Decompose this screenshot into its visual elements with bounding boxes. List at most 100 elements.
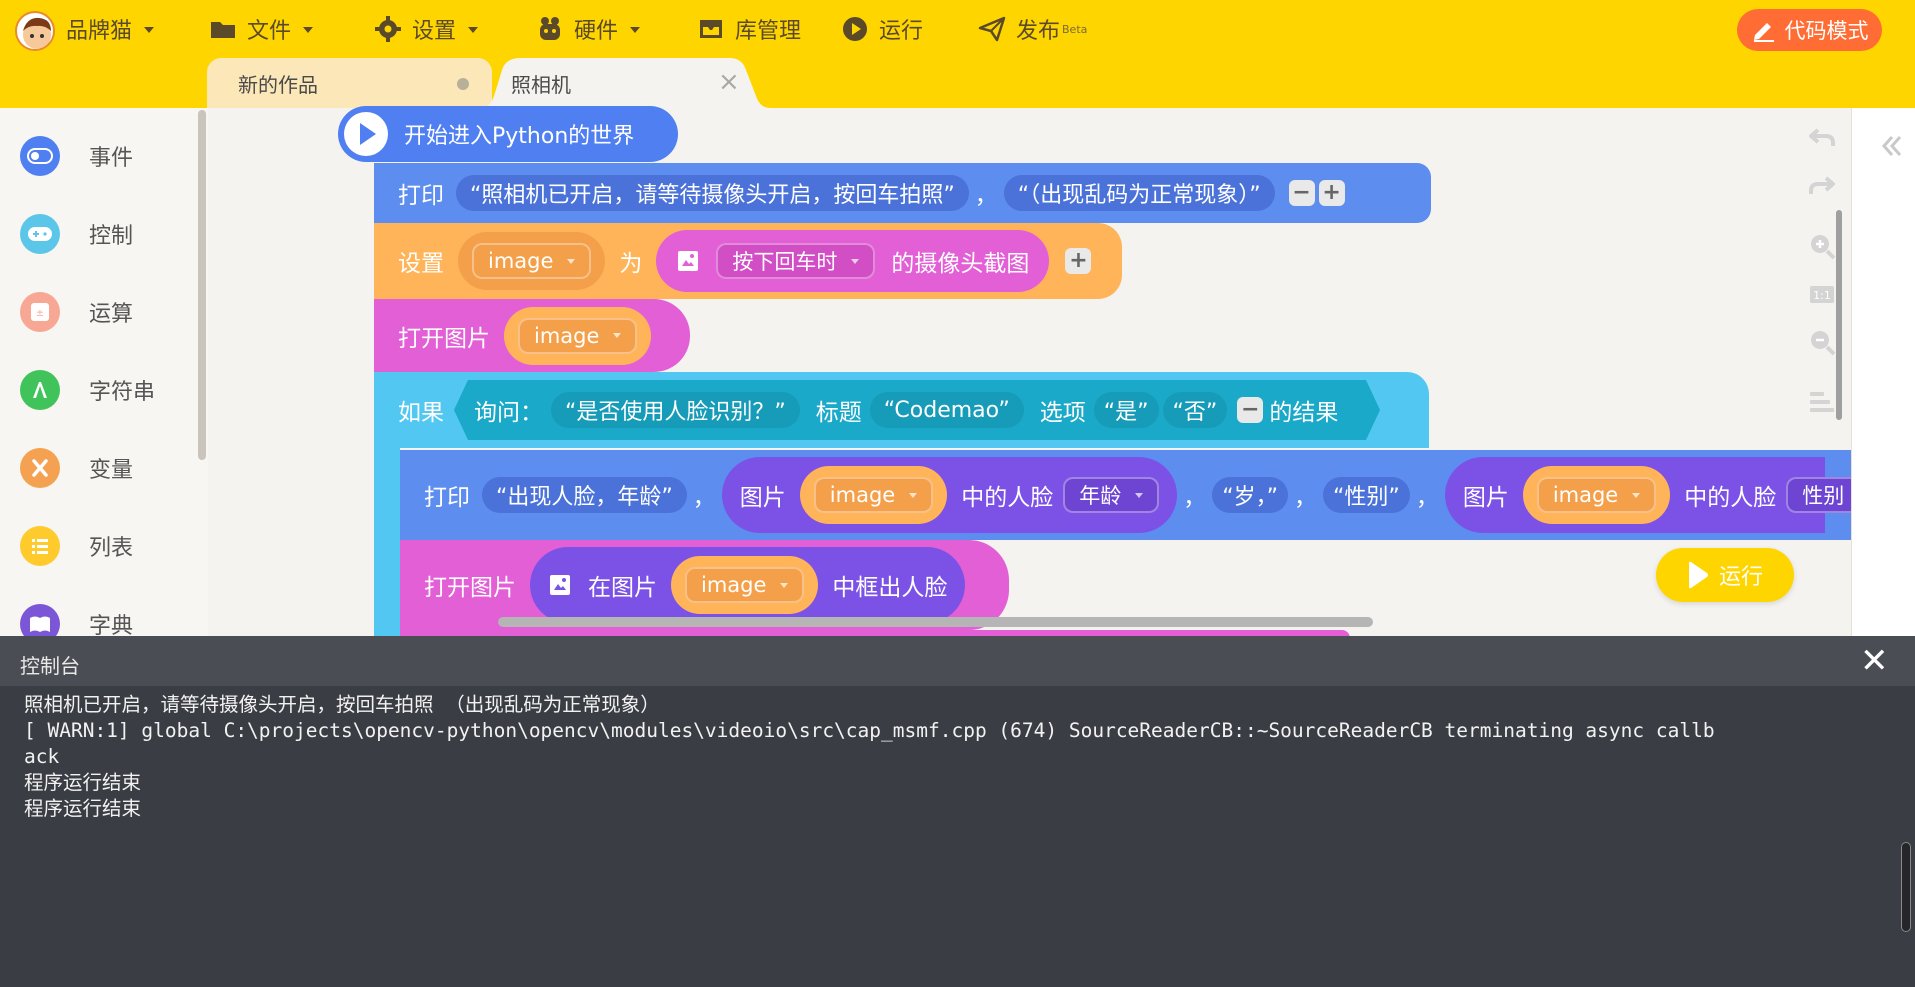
attribute-dropdown[interactable]: 性别: [1786, 477, 1861, 513]
user-avatar[interactable]: [15, 11, 55, 51]
sidebar-item-control[interactable]: 控制: [20, 212, 133, 256]
option-arg[interactable]: “是”: [1093, 392, 1159, 428]
workspace-vertical-scrollbar[interactable]: [1836, 210, 1842, 420]
right-panel-collapsed: [1851, 108, 1915, 638]
ask-label: 询问：: [474, 400, 543, 426]
variable-dropdown[interactable]: image: [518, 317, 638, 354]
zoom-out-icon[interactable]: [1808, 328, 1836, 356]
tab-new-work[interactable]: 新的作品: [207, 58, 492, 108]
string-arg[interactable]: “照相机已开启，请等待摄像头开启，按回车拍照”: [456, 175, 969, 211]
console-scrollbar[interactable]: [1901, 842, 1911, 932]
svg-text:±: ±: [36, 308, 44, 319]
set-keyword: 设置: [398, 251, 444, 277]
run-button[interactable]: 运行: [1656, 548, 1794, 602]
sidebar-item-lists[interactable]: 列表: [20, 524, 133, 568]
align-blocks-icon[interactable]: [1808, 388, 1836, 416]
sidebar-item-strings[interactable]: 字符串: [20, 368, 155, 412]
image-icon: [678, 251, 699, 271]
variable-dropdown[interactable]: image: [685, 567, 805, 603]
question-arg[interactable]: “是否使用人脸识别？”: [551, 392, 800, 428]
library-menu-label: 库管理: [735, 19, 802, 44]
chevron-down-icon: [567, 258, 576, 264]
comma-separator: ，: [1183, 485, 1207, 511]
print-block[interactable]: 打印 “出现人脸，年龄” ， 图片 image 中的人脸 年龄 ， “岁，” ，…: [400, 450, 1861, 540]
console-line: [ WARN:1] global C:\projects\opencv-pyth…: [24, 719, 1715, 742]
camera-snapshot-block[interactable]: 按下回车时 的摄像头截图: [656, 230, 1050, 292]
open-image-block[interactable]: 打开图片 image: [374, 299, 690, 372]
block-category-sidebar: 事件 控制 ± 运算 字符串 变量 列表 字典: [0, 108, 208, 638]
close-console-icon[interactable]: ✕: [1860, 644, 1889, 678]
book-icon: [20, 604, 60, 638]
image-label: 图片: [1462, 485, 1509, 511]
sidebar-scrollbar[interactable]: [198, 110, 206, 460]
workspace-horizontal-scrollbar[interactable]: [498, 617, 1373, 627]
variable-dropdown[interactable]: image: [1536, 477, 1657, 513]
print-block[interactable]: 打印 “照相机已开启，请等待摄像头开启，按回车拍照” ， “（出现乱码为正常现象…: [374, 163, 1431, 223]
sidebar-item-label: 事件: [89, 146, 134, 171]
print-keyword: 打印: [424, 485, 470, 511]
close-tab-icon[interactable]: ×: [718, 69, 740, 95]
attribute-dropdown[interactable]: 年龄: [1063, 477, 1160, 513]
brand-menu[interactable]: 品牌猫: [66, 0, 155, 58]
option-arg[interactable]: “否”: [1162, 392, 1228, 428]
chevron-down-icon: [851, 258, 860, 264]
attribute-name: 性别: [1802, 484, 1845, 508]
reset-zoom-icon[interactable]: 1:1: [1808, 280, 1836, 308]
variable-dropdown[interactable]: image: [472, 243, 592, 279]
variable-dropdown[interactable]: image: [813, 477, 934, 513]
variable-slot: image: [671, 556, 819, 614]
face-detect-block[interactable]: 图片 image 中的人脸 性别: [1444, 457, 1861, 533]
start-block-label: 开始进入Python的世界: [404, 124, 635, 149]
trigger-dropdown[interactable]: 按下回车时: [716, 243, 876, 279]
file-menu[interactable]: 文件: [209, 0, 314, 58]
ask-expression[interactable]: 询问： “是否使用人脸识别？” 标题 “Codemao” 选项 “是” “否” …: [474, 372, 1338, 448]
sidebar-item-variables[interactable]: 变量: [20, 446, 133, 490]
variable-name: image: [488, 249, 554, 273]
hardware-menu[interactable]: 硬件: [536, 0, 641, 58]
string-arg[interactable]: “出现人脸，年龄”: [482, 477, 687, 513]
sidebar-item-dict[interactable]: 字典: [20, 602, 133, 638]
library-menu[interactable]: 库管理: [697, 0, 801, 58]
start-block[interactable]: 开始进入Python的世界: [338, 106, 678, 162]
svg-text:1:1: 1:1: [1813, 289, 1831, 302]
chevron-down-icon: [1632, 492, 1641, 498]
title-arg[interactable]: “Codemao”: [869, 392, 1024, 428]
publish-menu[interactable]: 发布 Beta: [978, 0, 1087, 58]
title-label: 标题: [815, 400, 862, 426]
undo-icon[interactable]: [1808, 124, 1836, 152]
zoom-in-icon[interactable]: [1808, 232, 1836, 260]
code-mode-button[interactable]: 代码模式: [1737, 9, 1882, 51]
attribute-name: 年龄: [1079, 484, 1122, 508]
string-arg[interactable]: “性别”: [1323, 477, 1410, 513]
open-image-keyword: 打开图片: [398, 325, 490, 352]
string-arg[interactable]: “（出现乱码为正常现象）”: [1003, 175, 1275, 211]
run-menu[interactable]: 运行: [841, 0, 923, 58]
settings-menu-label: 设置: [412, 19, 457, 44]
set-variable-block[interactable]: 设置 image 为 按下回车时 的摄像头截图 +: [374, 223, 1122, 299]
chevron-down-icon: [909, 492, 918, 498]
run-menu-label: 运行: [879, 19, 924, 44]
add-arg-button[interactable]: +: [1065, 248, 1092, 274]
sidebar-item-label: 运算: [89, 302, 134, 327]
comma-separator: ，: [1415, 485, 1439, 511]
face-detect-block[interactable]: 图片 image 中的人脸 年龄: [721, 457, 1178, 533]
comma-separator: ，: [1294, 485, 1318, 511]
if-block[interactable]: 如果 询问： “是否使用人脸识别？” 标题 “Codemao” 选项 “是” “…: [374, 372, 1429, 448]
variable-slot: image: [1522, 466, 1671, 524]
settings-menu[interactable]: 设置: [374, 0, 479, 58]
draw-face-box-block[interactable]: 在图片 image 中框出人脸: [530, 547, 966, 623]
sidebar-item-operators[interactable]: ± 运算: [20, 290, 133, 334]
collapse-panel-icon[interactable]: [1879, 133, 1905, 159]
remove-option-button[interactable]: −: [1237, 397, 1264, 423]
inbox-icon: [700, 20, 722, 38]
code-mode-label: 代码模式: [1784, 19, 1869, 43]
gamepad-icon: [20, 214, 60, 254]
sidebar-item-label: 列表: [89, 536, 134, 561]
add-arg-button[interactable]: +: [1318, 180, 1345, 206]
tab-label: 照相机: [511, 72, 571, 97]
tab-label: 新的作品: [238, 72, 318, 97]
redo-icon[interactable]: [1808, 172, 1836, 200]
sidebar-item-events[interactable]: 事件: [20, 134, 133, 178]
remove-arg-button[interactable]: −: [1288, 180, 1315, 206]
string-arg[interactable]: “岁，”: [1212, 477, 1289, 513]
